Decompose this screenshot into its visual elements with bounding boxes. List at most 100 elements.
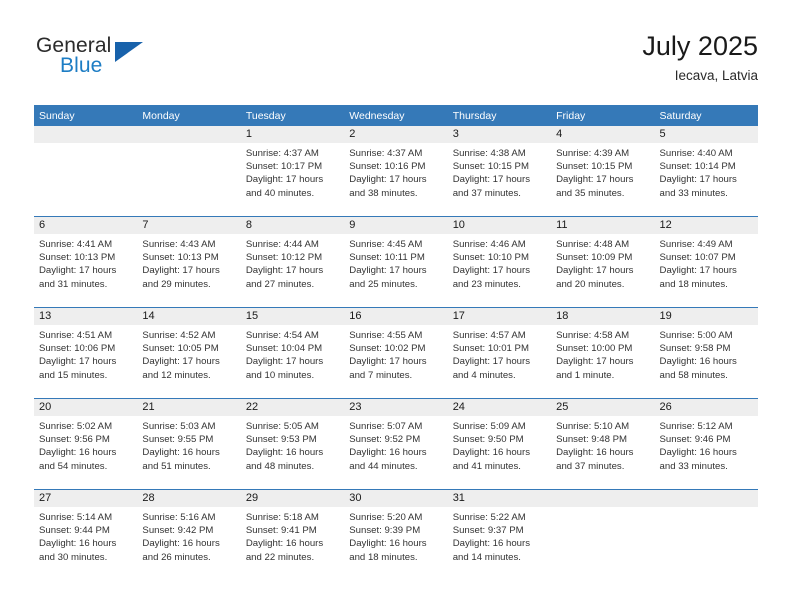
sunset-text: Sunset: 9:44 PM — [39, 525, 110, 537]
weekday-header-monday: Monday — [137, 105, 241, 126]
sunset-text: Sunset: 9:53 PM — [245, 434, 317, 446]
calendar-day-cell[interactable]: 24 Sunrise: 5:09 AM Sunset: 9:50 PM Dayligh… — [447, 398, 552, 490]
calendar-day-cell[interactable]: 17 Sunrise: 4:57 AM Sunset: 10:01 PM Daylig… — [447, 307, 552, 399]
location-label: Iecava, Latvia — [674, 68, 758, 83]
day-number: 24 — [447, 399, 552, 416]
day-details: Sunrise: 5:09 AM Sunset: 9:50 PM Daylight:… — [448, 416, 551, 473]
day-details: Sunrise: 5:22 AM Sunset: 9:37 PM Daylight:… — [448, 507, 551, 564]
calendar-day-cell[interactable]: 20 Sunrise: 5:02 AM Sunset: 9:56 PM Dayligh… — [34, 398, 138, 490]
sunset-text: Sunset: 9:58 PM — [659, 343, 731, 355]
calendar-day-cell[interactable]: 28 Sunrise: 5:16 AM Sunset: 9:42 PM Dayligh… — [137, 489, 241, 580]
daylight-text: Daylight: 16 hours and 54 minutes. — [39, 447, 117, 472]
calendar-day-cell[interactable]: 18 Sunrise: 4:58 AM Sunset: 10:00 PM Daylig… — [551, 307, 655, 399]
calendar-day-cell[interactable]: 10 Sunrise: 4:46 AM Sunset: 10:10 PM Daylig… — [447, 216, 552, 308]
day-details: Sunrise: 5:05 AM Sunset: 9:53 PM Daylight:… — [241, 416, 344, 473]
daylight-text: Daylight: 16 hours and 51 minutes. — [142, 447, 220, 472]
calendar-day-cell[interactable]: 22 Sunrise: 5:05 AM Sunset: 9:53 PM Dayligh… — [240, 398, 345, 490]
sunset-text: Sunset: 10:17 PM — [245, 161, 323, 173]
day-number: 2 — [344, 126, 448, 143]
weekday-header-wednesday: Wednesday — [344, 105, 448, 126]
day-number: 5 — [654, 126, 758, 143]
page-header: General Blue July 2025 Iecava, Latvia — [34, 30, 758, 96]
calendar-day-cell[interactable]: 23 Sunrise: 5:07 AM Sunset: 9:52 PM Dayligh… — [344, 398, 448, 490]
weekday-header-thursday: Thursday — [447, 105, 552, 126]
sunset-text: Sunset: 10:10 PM — [452, 252, 529, 264]
daylight-text: Daylight: 16 hours and 48 minutes. — [245, 447, 324, 472]
sunset-text: Sunset: 9:39 PM — [349, 525, 421, 537]
daylight-text: Daylight: 17 hours and 10 minutes. — [245, 356, 324, 381]
sunset-text: Sunset: 10:13 PM — [39, 252, 116, 264]
calendar-day-cell[interactable]: 1 Sunrise: 4:37 AM Sunset: 10:17 PM Dayligh… — [240, 126, 345, 217]
sunrise-text: Sunrise: 4:39 AM — [556, 148, 630, 159]
day-details: Sunrise: 5:16 AM Sunset: 9:42 PM Daylight:… — [137, 507, 240, 564]
sunset-text: Sunset: 9:48 PM — [556, 434, 628, 446]
calendar-day-cell[interactable]: 5 Sunrise: 4:40 AM Sunset: 10:14 PM Dayligh… — [654, 126, 758, 217]
calendar-page: General Blue July 2025 Iecava, Latvia Su… — [0, 0, 792, 612]
daylight-text: Daylight: 17 hours and 23 minutes. — [452, 265, 531, 290]
calendar-day-cell[interactable]: 7 Sunrise: 4:43 AM Sunset: 10:13 PM Dayligh… — [137, 216, 241, 308]
calendar-day-cell[interactable]: 19 Sunrise: 5:00 AM Sunset: 9:58 PM Dayligh… — [654, 307, 758, 399]
calendar-day-cell[interactable]: 25 Sunrise: 5:10 AM Sunset: 9:48 PM Dayligh… — [551, 398, 655, 490]
sunrise-text: Sunrise: 4:57 AM — [452, 330, 526, 341]
calendar-week-row: 27 Sunrise: 5:14 AM Sunset: 9:44 PM Dayligh… — [34, 489, 758, 580]
sunrise-text: Sunrise: 4:38 AM — [452, 148, 526, 159]
calendar-day-cell[interactable]: 29 Sunrise: 5:18 AM Sunset: 9:41 PM Dayligh… — [240, 489, 345, 580]
title-block: July 2025 Iecava, Latvia — [642, 30, 758, 84]
daylight-text: Daylight: 17 hours and 27 minutes. — [245, 265, 324, 290]
day-details: Sunrise: 5:18 AM Sunset: 9:41 PM Daylight:… — [241, 507, 344, 564]
calendar-day-cell[interactable]: 15 Sunrise: 4:54 AM Sunset: 10:04 PM Daylig… — [240, 307, 345, 399]
sunrise-text: Sunrise: 4:45 AM — [349, 239, 423, 250]
daylight-text: Daylight: 16 hours and 30 minutes. — [39, 538, 117, 563]
day-number — [551, 490, 655, 507]
calendar-day-cell[interactable]: 9 Sunrise: 4:45 AM Sunset: 10:11 PM Dayligh… — [344, 216, 448, 308]
calendar-cell-empty — [654, 489, 758, 580]
day-number: 10 — [447, 217, 552, 234]
calendar-day-cell[interactable]: 31 Sunrise: 5:22 AM Sunset: 9:37 PM Dayligh… — [447, 489, 552, 580]
day-details: Sunrise: 5:03 AM Sunset: 9:55 PM Daylight:… — [137, 416, 240, 473]
sunset-text: Sunset: 10:06 PM — [39, 343, 116, 355]
weekday-header-saturday: Saturday — [654, 105, 758, 126]
day-number: 4 — [551, 126, 655, 143]
calendar-day-cell[interactable]: 11 Sunrise: 4:48 AM Sunset: 10:09 PM Daylig… — [551, 216, 655, 308]
day-details: Sunrise: 4:58 AM Sunset: 10:00 PM Daylight… — [551, 325, 654, 382]
calendar-day-cell[interactable]: 12 Sunrise: 4:49 AM Sunset: 10:07 PM Daylig… — [654, 216, 758, 308]
calendar-day-cell[interactable]: 3 Sunrise: 4:38 AM Sunset: 10:15 PM Dayligh… — [447, 126, 552, 217]
sunset-text: Sunset: 9:37 PM — [452, 525, 524, 537]
calendar-day-cell[interactable]: 14 Sunrise: 4:52 AM Sunset: 10:05 PM Daylig… — [137, 307, 241, 399]
calendar-day-cell[interactable]: 21 Sunrise: 5:03 AM Sunset: 9:55 PM Dayligh… — [137, 398, 241, 490]
calendar-day-cell[interactable]: 16 Sunrise: 4:55 AM Sunset: 10:02 PM Daylig… — [344, 307, 448, 399]
sunrise-text: Sunrise: 5:18 AM — [245, 512, 319, 523]
sunrise-text: Sunrise: 5:02 AM — [39, 421, 113, 432]
calendar-day-cell[interactable]: 30 Sunrise: 5:20 AM Sunset: 9:39 PM Dayligh… — [344, 489, 448, 580]
daylight-text: Daylight: 17 hours and 38 minutes. — [349, 174, 427, 199]
calendar-body: 1 Sunrise: 4:37 AM Sunset: 10:17 PM Dayligh… — [34, 126, 758, 580]
sunrise-text: Sunrise: 5:03 AM — [142, 421, 216, 432]
calendar-day-cell[interactable]: 4 Sunrise: 4:39 AM Sunset: 10:15 PM Dayligh… — [551, 126, 655, 217]
day-details: Sunrise: 5:20 AM Sunset: 9:39 PM Daylight:… — [344, 507, 447, 564]
triangle-icon — [115, 42, 143, 62]
day-number: 27 — [34, 490, 138, 507]
day-number: 30 — [344, 490, 448, 507]
calendar-day-cell[interactable]: 2 Sunrise: 4:37 AM Sunset: 10:16 PM Dayligh… — [344, 126, 448, 217]
daylight-text: Daylight: 16 hours and 37 minutes. — [556, 447, 634, 472]
day-number: 28 — [137, 490, 241, 507]
day-details: Sunrise: 5:10 AM Sunset: 9:48 PM Daylight:… — [551, 416, 654, 473]
calendar-day-cell[interactable]: 27 Sunrise: 5:14 AM Sunset: 9:44 PM Dayligh… — [34, 489, 138, 580]
sunrise-text: Sunrise: 4:37 AM — [349, 148, 423, 159]
calendar-day-cell[interactable]: 26 Sunrise: 5:12 AM Sunset: 9:46 PM Dayligh… — [654, 398, 758, 490]
day-details: Sunrise: 4:37 AM Sunset: 10:17 PM Daylight… — [241, 143, 344, 200]
sunrise-text: Sunrise: 4:37 AM — [245, 148, 319, 159]
day-number: 25 — [551, 399, 655, 416]
day-number: 20 — [34, 399, 138, 416]
sunset-text: Sunset: 10:01 PM — [452, 343, 529, 355]
day-number: 18 — [551, 308, 655, 325]
day-details: Sunrise: 4:57 AM Sunset: 10:01 PM Daylight… — [448, 325, 551, 382]
calendar-day-cell[interactable]: 13 Sunrise: 4:51 AM Sunset: 10:06 PM Daylig… — [34, 307, 138, 399]
calendar-day-cell[interactable]: 8 Sunrise: 4:44 AM Sunset: 10:12 PM Dayligh… — [240, 216, 345, 308]
day-number: 6 — [34, 217, 138, 234]
daylight-text: Daylight: 17 hours and 12 minutes. — [142, 356, 220, 381]
day-details: Sunrise: 4:41 AM Sunset: 10:13 PM Daylight… — [34, 234, 137, 291]
day-details: Sunrise: 5:14 AM Sunset: 9:44 PM Daylight:… — [34, 507, 137, 564]
calendar-day-cell[interactable]: 6 Sunrise: 4:41 AM Sunset: 10:13 PM Dayligh… — [34, 216, 138, 308]
sunset-text: Sunset: 10:04 PM — [245, 343, 323, 355]
